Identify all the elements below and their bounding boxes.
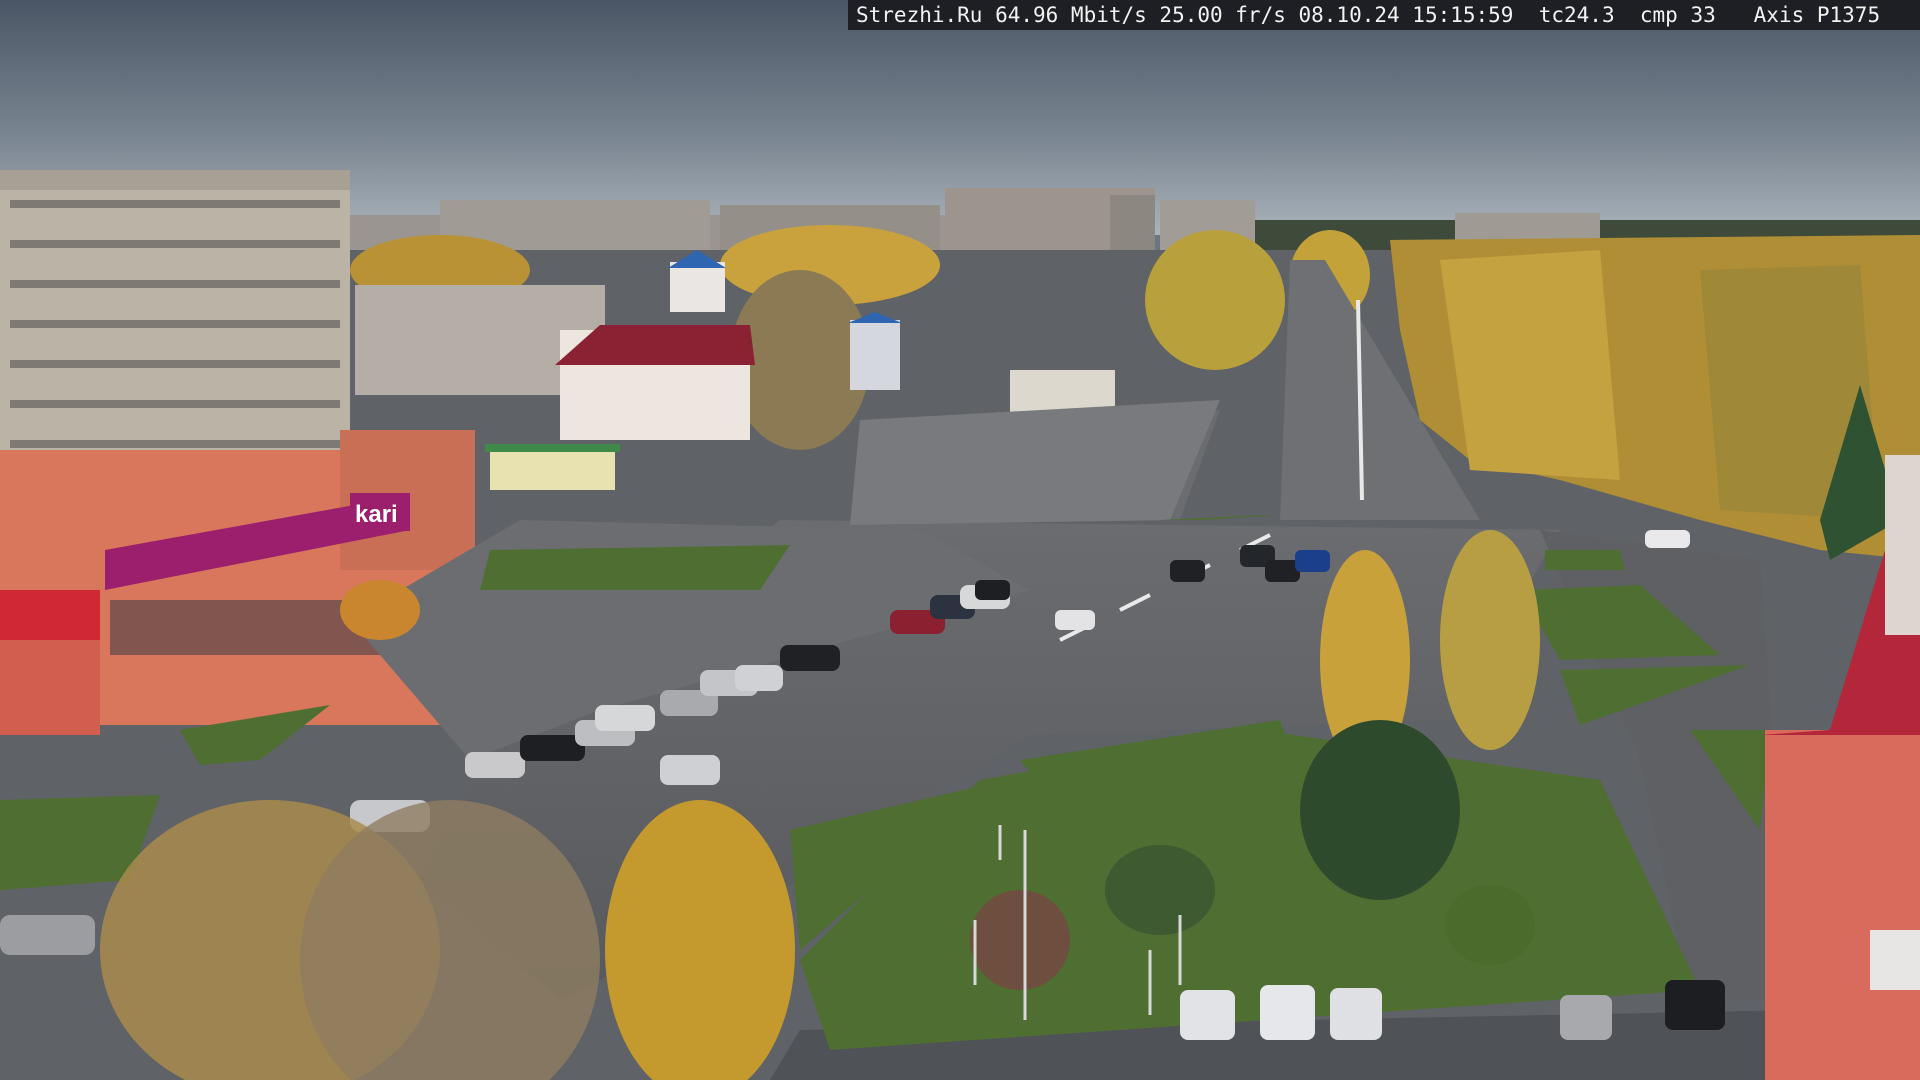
camera-status-overlay: Strezhi.Ru 64.96 Mbit/s 25.00 fr/s 08.10… xyxy=(848,0,1920,30)
shopping-center: kari xyxy=(0,430,475,735)
webcam-view: kari xyxy=(0,0,1920,1080)
plaza xyxy=(850,400,1220,525)
store-sign-text: kari xyxy=(355,501,398,528)
